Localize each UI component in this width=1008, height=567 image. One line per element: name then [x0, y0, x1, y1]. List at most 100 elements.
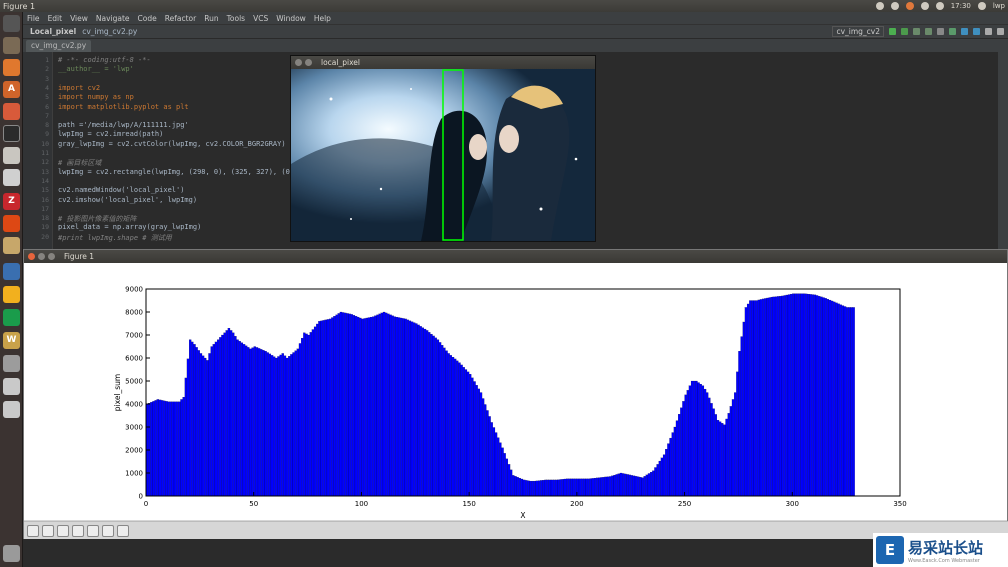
opencv-image-window[interactable]: local_pixel — [290, 55, 596, 242]
menu-item-code[interactable]: Code — [138, 14, 157, 23]
code-line[interactable]: cv2.namedWindow('local_pixel') — [58, 186, 184, 194]
profile-icon[interactable] — [925, 28, 932, 35]
chart-bar — [815, 295, 819, 497]
dash-icon[interactable] — [3, 15, 20, 32]
chart-bar — [344, 312, 347, 497]
chart-bar — [654, 467, 657, 497]
menu-item-navigate[interactable]: Navigate — [96, 14, 130, 23]
chart-bar — [247, 347, 250, 497]
files-icon[interactable] — [3, 37, 20, 54]
menu-item-tools[interactable]: Tools — [227, 14, 245, 23]
disk-icon[interactable] — [3, 401, 20, 418]
code-line[interactable]: import cv2 — [58, 84, 100, 92]
chart-bar — [264, 351, 267, 497]
ubuntu-one-icon[interactable] — [3, 215, 20, 232]
vcs-update-icon[interactable] — [961, 28, 968, 35]
coverage-icon[interactable] — [913, 28, 920, 35]
zoom-icon[interactable] — [87, 524, 99, 537]
chart-bar — [167, 401, 170, 497]
home-icon[interactable] — [27, 524, 39, 537]
menu-item-vcs[interactable]: VCS — [253, 14, 268, 23]
menu-item-window[interactable]: Window — [276, 14, 306, 23]
forward-arrow-icon[interactable] — [57, 524, 69, 537]
menu-item-refactor[interactable]: Refactor — [165, 14, 196, 23]
user-name[interactable]: lwp — [993, 2, 1005, 10]
menu-item-file[interactable]: File — [27, 14, 40, 23]
vcs-commit-icon[interactable] — [973, 28, 980, 35]
chart-bar — [176, 401, 179, 497]
save-icon[interactable] — [117, 524, 129, 537]
code-line[interactable]: __author__ = 'lwp' — [58, 65, 134, 73]
archive-icon[interactable] — [3, 237, 20, 254]
chart-bar — [156, 399, 160, 497]
clock[interactable]: 17:30 — [951, 2, 971, 10]
close-icon[interactable] — [295, 59, 302, 66]
run-icon[interactable] — [889, 28, 896, 35]
chart-bar — [438, 342, 442, 497]
breadcrumb-file[interactable]: cv_img_cv2.py — [79, 27, 140, 36]
menu-item-help[interactable]: Help — [314, 14, 331, 23]
stop-icon[interactable] — [937, 28, 944, 35]
code-line[interactable]: gray_lwpImg = cv2.cvtColor(lwpImg, cv2.C… — [58, 140, 286, 148]
chart-bar — [598, 477, 601, 497]
code-line[interactable]: # -*- coding:utf-8 -*- — [58, 56, 151, 64]
debug-icon[interactable] — [901, 28, 908, 35]
maximize-icon[interactable] — [48, 253, 55, 260]
bar-chart[interactable]: 0 50 100 150 200 250 300 350 0 1000 2000 3000 4000 50… — [24, 263, 1007, 520]
code-line[interactable]: import matplotlib.pyplot as plt — [58, 103, 189, 111]
usb-drive-icon[interactable] — [3, 378, 20, 395]
settings-gear-icon[interactable] — [977, 2, 986, 10]
chart-bar — [232, 332, 235, 497]
code-line[interactable]: cv2.imshow('local_pixel', lwpImg) — [58, 196, 197, 204]
minimize-icon[interactable] — [305, 59, 312, 66]
filezilla-icon[interactable]: Z — [3, 193, 20, 210]
sticky-notes-icon[interactable] — [3, 286, 20, 303]
code-line[interactable]: import numpy as np — [58, 93, 134, 101]
close-icon[interactable] — [28, 253, 35, 260]
back-arrow-icon[interactable] — [42, 524, 54, 537]
text-editor-icon[interactable] — [3, 147, 20, 164]
breadcrumb-project[interactable]: Local_pixel — [27, 27, 79, 36]
menu-item-edit[interactable]: Edit — [48, 14, 63, 23]
firefox-icon[interactable] — [3, 59, 20, 76]
chart-bar — [277, 356, 280, 497]
input-method-icon[interactable] — [905, 2, 914, 10]
drive-icon[interactable] — [3, 355, 20, 372]
software-center-icon[interactable]: A — [3, 81, 20, 98]
pan-icon[interactable] — [72, 524, 84, 537]
code-line[interactable]: #print lwpImg.shape # 测试用 — [58, 233, 172, 243]
wps-icon[interactable]: W — [3, 332, 20, 349]
shield-icon[interactable] — [3, 263, 20, 280]
build-icon[interactable] — [949, 28, 956, 35]
image-window-titlebar[interactable]: local_pixel — [291, 56, 595, 69]
code-line[interactable]: path ='/media/lwp/A/111111.jpg' — [58, 121, 189, 129]
chart-bar — [587, 478, 590, 497]
code-line[interactable]: lwpImg = cv2.imread(path) — [58, 130, 163, 138]
pycharm-icon[interactable] — [3, 309, 20, 326]
code-line[interactable]: lwpImg = cv2.rectangle(lwpImg, (298, 0),… — [58, 168, 290, 176]
y-axis-label: pixel_sum — [113, 374, 122, 411]
sync-icon[interactable] — [890, 2, 899, 10]
matplotlib-figure-window[interactable]: Figure 1 0 50 100 150 200 250 300 350 0 1000 2000 3… — [23, 249, 1008, 539]
figure-window-titlebar[interactable]: Figure 1 — [24, 250, 1007, 263]
run-config-select[interactable]: cv_img_cv2 — [832, 26, 884, 37]
trash-icon[interactable] — [3, 545, 20, 562]
chart-bar — [572, 478, 575, 497]
wifi-icon[interactable] — [920, 2, 929, 10]
volume-icon[interactable] — [935, 2, 944, 10]
code-line[interactable]: pixel_data = np.array(gray_lwpImg) — [58, 223, 201, 231]
menu-item-run[interactable]: Run — [204, 14, 218, 23]
chart-bar — [531, 480, 534, 497]
network-icon[interactable] — [875, 2, 884, 10]
workspace-icon[interactable] — [3, 169, 20, 186]
tab-cv-img-cv2[interactable]: cv_img_cv2.py — [26, 40, 92, 52]
help-icon[interactable] — [997, 28, 1004, 35]
menu-item-view[interactable]: View — [70, 14, 88, 23]
terminal-icon[interactable] — [3, 125, 20, 142]
settings-icon[interactable] — [985, 28, 992, 35]
minimize-icon[interactable] — [38, 253, 45, 260]
chart-bar — [436, 339, 440, 497]
subplots-icon[interactable] — [102, 524, 114, 537]
chart-bar — [544, 479, 547, 497]
system-settings-icon[interactable] — [3, 103, 20, 120]
